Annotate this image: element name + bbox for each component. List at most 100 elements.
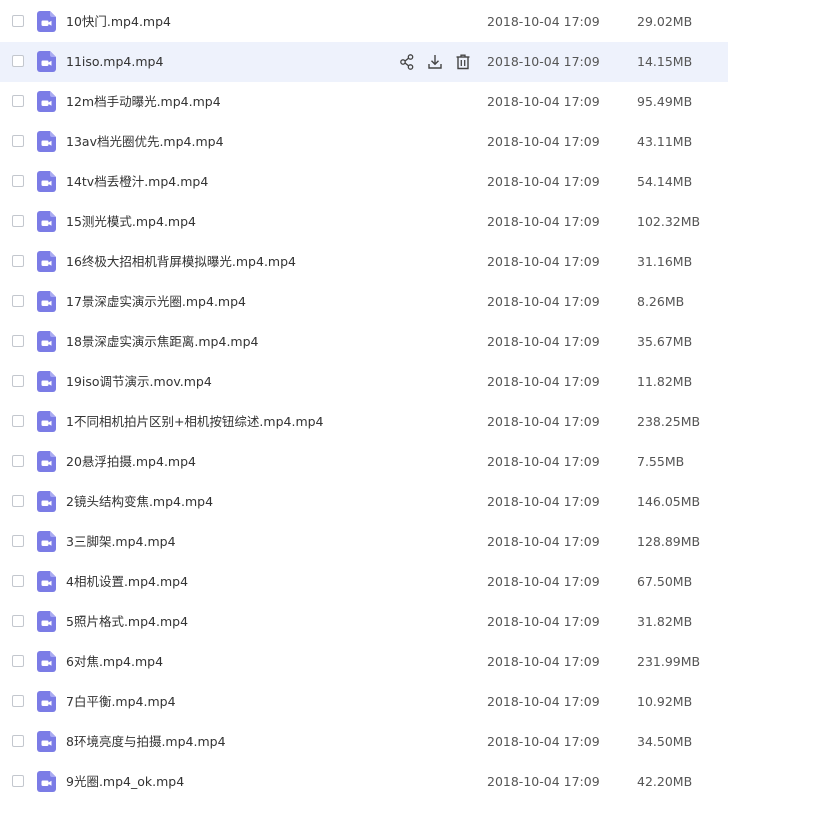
row-checkbox[interactable]: [12, 135, 24, 147]
file-date: 2018-10-04 17:09: [487, 654, 600, 669]
share-icon[interactable]: [399, 53, 415, 71]
file-row-14[interactable]: 3三脚架.mp4.mp4 2018-10-04 17:09 128.89MB: [0, 522, 728, 562]
row-checkbox[interactable]: [12, 615, 24, 627]
file-row-16[interactable]: 5照片格式.mp4.mp4 2018-10-04 17:09 31.82MB: [0, 602, 728, 642]
trash-icon[interactable]: [455, 53, 471, 71]
file-name[interactable]: 7白平衡.mp4.mp4: [66, 693, 176, 711]
video-file-icon: [37, 291, 56, 312]
row-checkbox[interactable]: [12, 175, 24, 187]
row-checkbox[interactable]: [12, 95, 24, 107]
file-row-17[interactable]: 6对焦.mp4.mp4 2018-10-04 17:09 231.99MB: [0, 642, 728, 682]
file-name[interactable]: 14tv档丢橙汁.mp4.mp4: [66, 173, 208, 191]
download-icon[interactable]: [427, 53, 443, 71]
row-checkbox[interactable]: [12, 55, 24, 67]
file-row-19[interactable]: 8环境亮度与拍摄.mp4.mp4 2018-10-04 17:09 34.50M…: [0, 722, 728, 762]
file-row-6[interactable]: 15测光模式.mp4.mp4 2018-10-04 17:09 102.32MB: [0, 202, 728, 242]
row-checkbox[interactable]: [12, 255, 24, 267]
video-file-icon: [37, 451, 56, 472]
file-size: 67.50MB: [637, 574, 693, 589]
file-size: 231.99MB: [637, 654, 701, 669]
file-date: 2018-10-04 17:09: [487, 454, 600, 469]
video-file-icon: [37, 731, 56, 752]
file-date: 2018-10-04 17:09: [487, 214, 600, 229]
video-file-icon: [37, 331, 56, 352]
row-checkbox[interactable]: [12, 375, 24, 387]
file-name[interactable]: 19iso调节演示.mov.mp4: [66, 373, 212, 391]
row-checkbox[interactable]: [12, 495, 24, 507]
file-date: 2018-10-04 17:09: [487, 614, 600, 629]
file-size: 128.89MB: [637, 534, 701, 549]
file-row-18[interactable]: 7白平衡.mp4.mp4 2018-10-04 17:09 10.92MB: [0, 682, 728, 722]
row-checkbox[interactable]: [12, 575, 24, 587]
file-name[interactable]: 6对焦.mp4.mp4: [66, 653, 163, 671]
video-file-icon: [37, 771, 56, 792]
file-date: 2018-10-04 17:09: [487, 294, 600, 309]
file-row-11[interactable]: 1不同相机拍片区别+相机按钮综述.mp4.mp4 2018-10-04 17:0…: [0, 402, 728, 442]
file-name[interactable]: 12m档手动曝光.mp4.mp4: [66, 93, 221, 111]
row-checkbox[interactable]: [12, 295, 24, 307]
file-row-3[interactable]: 12m档手动曝光.mp4.mp4 2018-10-04 17:09 95.49M…: [0, 82, 728, 122]
file-size: 54.14MB: [637, 174, 693, 189]
file-row-20[interactable]: 9光圈.mp4_ok.mp4 2018-10-04 17:09 42.20MB: [0, 762, 728, 802]
row-checkbox[interactable]: [12, 655, 24, 667]
file-row-12[interactable]: 20悬浮拍摄.mp4.mp4 2018-10-04 17:09 7.55MB: [0, 442, 728, 482]
file-row-5[interactable]: 14tv档丢橙汁.mp4.mp4 2018-10-04 17:09 54.14M…: [0, 162, 728, 202]
file-date: 2018-10-04 17:09: [487, 694, 600, 709]
file-date: 2018-10-04 17:09: [487, 94, 600, 109]
file-size: 10.92MB: [637, 694, 693, 709]
row-checkbox[interactable]: [12, 215, 24, 227]
video-file-icon: [37, 491, 56, 512]
file-name[interactable]: 3三脚架.mp4.mp4: [66, 533, 176, 551]
video-file-icon: [37, 11, 56, 32]
file-row-13[interactable]: 2镜头结构变焦.mp4.mp4 2018-10-04 17:09 146.05M…: [0, 482, 728, 522]
video-file-icon: [37, 571, 56, 592]
row-checkbox[interactable]: [12, 735, 24, 747]
video-file-icon: [37, 91, 56, 112]
file-size: 8.26MB: [637, 294, 685, 309]
file-row-7[interactable]: 16终极大招相机背屏模拟曝光.mp4.mp4 2018-10-04 17:09 …: [0, 242, 728, 282]
file-date: 2018-10-04 17:09: [487, 54, 600, 69]
file-name[interactable]: 4相机设置.mp4.mp4: [66, 573, 188, 591]
file-row-2[interactable]: 11iso.mp4.mp4 2018-10-04 17:09 14.15MB: [0, 42, 728, 82]
file-name[interactable]: 1不同相机拍片区别+相机按钮综述.mp4.mp4: [66, 413, 324, 431]
file-size: 35.67MB: [637, 334, 693, 349]
row-checkbox[interactable]: [12, 415, 24, 427]
file-row-4[interactable]: 13av档光圈优先.mp4.mp4 2018-10-04 17:09 43.11…: [0, 122, 728, 162]
file-name[interactable]: 15测光模式.mp4.mp4: [66, 213, 196, 231]
file-name[interactable]: 11iso.mp4.mp4: [66, 53, 163, 71]
file-date: 2018-10-04 17:09: [487, 534, 600, 549]
file-size: 102.32MB: [637, 214, 701, 229]
file-row-10[interactable]: 19iso调节演示.mov.mp4 2018-10-04 17:09 11.82…: [0, 362, 728, 402]
row-checkbox[interactable]: [12, 775, 24, 787]
file-name[interactable]: 10快门.mp4.mp4: [66, 13, 171, 31]
row-checkbox[interactable]: [12, 15, 24, 27]
file-size: 31.16MB: [637, 254, 693, 269]
file-list: 10快门.mp4.mp4 2018-10-04 17:09 29.02MB 11…: [0, 2, 728, 802]
file-name[interactable]: 2镜头结构变焦.mp4.mp4: [66, 493, 213, 511]
file-size: 238.25MB: [637, 414, 701, 429]
video-file-icon: [37, 531, 56, 552]
row-checkbox[interactable]: [12, 335, 24, 347]
file-size: 146.05MB: [637, 494, 701, 509]
file-row-15[interactable]: 4相机设置.mp4.mp4 2018-10-04 17:09 67.50MB: [0, 562, 728, 602]
file-row-8[interactable]: 17景深虚实演示光圈.mp4.mp4 2018-10-04 17:09 8.26…: [0, 282, 728, 322]
row-checkbox[interactable]: [12, 695, 24, 707]
file-name[interactable]: 9光圈.mp4_ok.mp4: [66, 773, 184, 791]
file-name[interactable]: 16终极大招相机背屏模拟曝光.mp4.mp4: [66, 253, 296, 271]
video-file-icon: [37, 251, 56, 272]
row-checkbox[interactable]: [12, 455, 24, 467]
file-name[interactable]: 18景深虚实演示焦距离.mp4.mp4: [66, 333, 258, 351]
file-size: 95.49MB: [637, 94, 693, 109]
file-row-1[interactable]: 10快门.mp4.mp4 2018-10-04 17:09 29.02MB: [0, 2, 728, 42]
file-date: 2018-10-04 17:09: [487, 774, 600, 789]
file-name[interactable]: 17景深虚实演示光圈.mp4.mp4: [66, 293, 246, 311]
file-date: 2018-10-04 17:09: [487, 134, 600, 149]
file-name[interactable]: 8环境亮度与拍摄.mp4.mp4: [66, 733, 226, 751]
file-row-9[interactable]: 18景深虚实演示焦距离.mp4.mp4 2018-10-04 17:09 35.…: [0, 322, 728, 362]
file-name[interactable]: 5照片格式.mp4.mp4: [66, 613, 188, 631]
file-size: 34.50MB: [637, 734, 693, 749]
row-checkbox[interactable]: [12, 535, 24, 547]
video-file-icon: [37, 691, 56, 712]
file-name[interactable]: 13av档光圈优先.mp4.mp4: [66, 133, 224, 151]
file-name[interactable]: 20悬浮拍摄.mp4.mp4: [66, 453, 196, 471]
